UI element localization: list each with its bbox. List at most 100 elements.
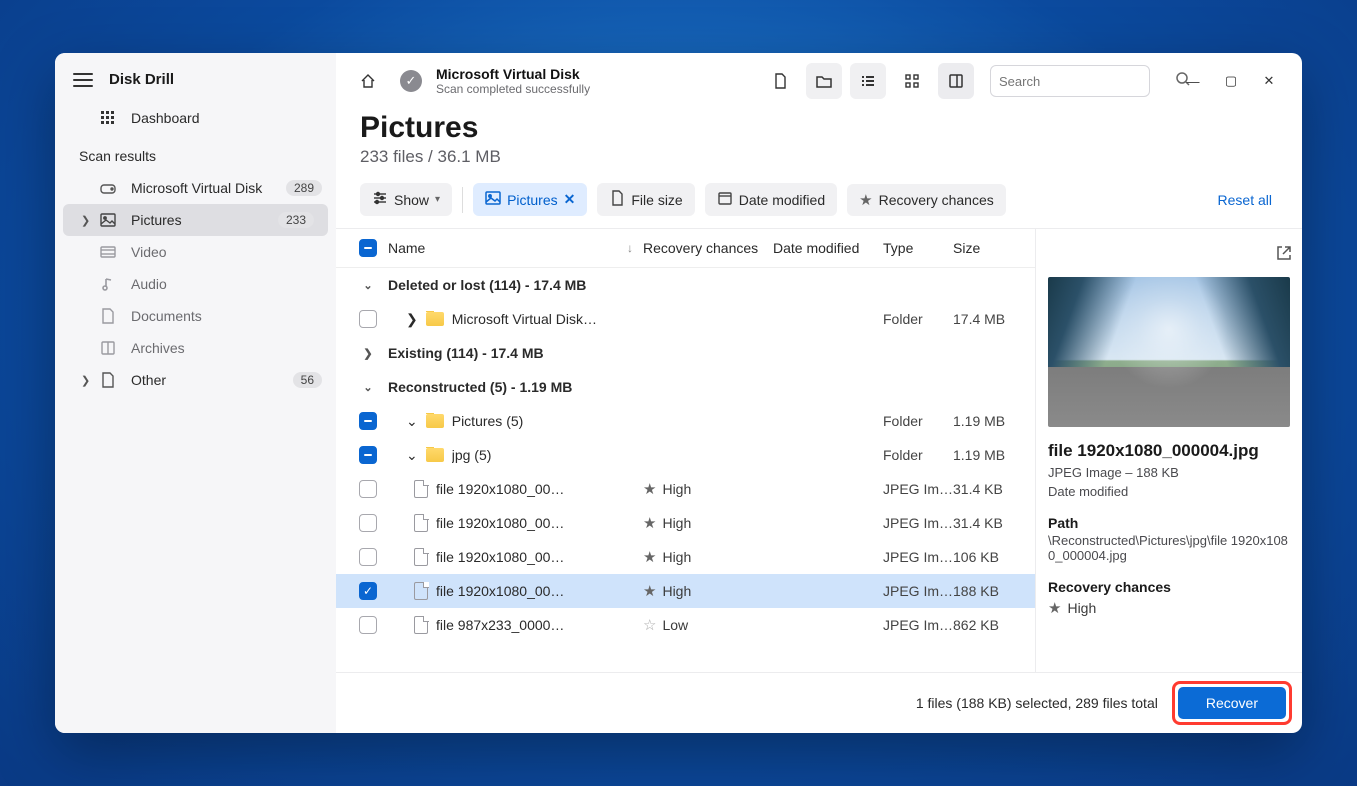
table-row[interactable]: file 1920x1080_00… ★High JPEG Im… 188 KB [336,574,1035,608]
column-name[interactable]: Name↓ [388,240,643,256]
row-size: 188 KB [953,583,1023,599]
row-type: Folder [883,311,953,327]
table-row[interactable]: ❯Microsoft Virtual Disk… Folder 17.4 MB [336,302,1035,336]
open-external-icon[interactable] [1276,245,1292,266]
sidebar-item-pictures[interactable]: ❯ Pictures 233 [63,204,328,236]
app-window: Disk Drill Dashboard Scan results Micros… [55,53,1302,733]
calendar-icon [717,190,733,209]
chevron-right-icon: ❯ [81,214,91,227]
row-checkbox[interactable] [359,514,377,532]
column-recovery[interactable]: Recovery chances [643,240,773,256]
column-type[interactable]: Type [883,240,953,256]
file-view-button[interactable] [762,63,798,99]
table-row[interactable]: file 987x233_0000… ☆Low JPEG Im… 862 KB [336,608,1035,642]
drive-icon [99,180,117,196]
chevron-down-icon: ⌄ [360,381,376,394]
archive-icon [99,340,117,356]
filter-chip-recovery-chances[interactable]: ★ Recovery chances [847,184,1006,216]
row-type: JPEG Im… [883,549,953,565]
chevron-right-icon: ❯ [406,311,418,328]
recover-button[interactable]: Recover [1178,687,1286,719]
chip-label: Date modified [739,192,825,208]
file-icon [609,190,625,209]
star-icon: ★ [643,480,656,498]
search-input[interactable] [999,74,1175,89]
maximize-button[interactable]: ▢ [1212,66,1250,96]
sidebar-item-label: Microsoft Virtual Disk [131,180,262,196]
star-icon: ★ [643,548,656,566]
search-box[interactable] [990,65,1150,97]
sidebar-item-video[interactable]: Video [55,236,336,268]
close-button[interactable]: ✕ [1250,66,1288,96]
topbar-subtitle: Scan completed successfully [436,82,590,96]
star-outline-icon: ☆ [643,616,656,634]
sidebar-item-label: Dashboard [131,110,200,126]
image-icon [99,212,117,228]
row-checkbox[interactable] [359,310,377,328]
group-deleted[interactable]: ⌄ Deleted or lost (114) - 17.4 MB [336,268,1035,302]
select-all-checkbox[interactable] [359,239,377,257]
row-type: JPEG Im… [883,481,953,497]
details-date-label: Date modified [1048,484,1290,499]
count-badge: 56 [293,372,322,388]
folder-icon [426,312,444,326]
chip-label: Pictures [507,192,558,208]
row-checkbox[interactable] [359,412,377,430]
filter-chip-pictures[interactable]: Pictures ✕ [473,183,587,216]
column-date[interactable]: Date modified [773,240,883,256]
row-recovery: High [662,515,691,531]
topbar: ✓ Microsoft Virtual Disk Scan completed … [336,53,1302,105]
table-row[interactable]: file 1920x1080_00… ★High JPEG Im… 31.4 K… [336,472,1035,506]
sidebar-item-other[interactable]: ❯ Other 56 [55,364,336,396]
details-path: \Reconstructed\Pictures\jpg\file 1920x10… [1048,533,1290,563]
chevron-right-icon: ❯ [81,374,91,387]
minimize-button[interactable]: — [1174,66,1212,96]
details-rc-label: Recovery chances [1048,579,1290,595]
sidebar-item-archives[interactable]: Archives [55,332,336,364]
table-row[interactable]: ⌄Pictures (5) Folder 1.19 MB [336,404,1035,438]
sidebar-item-label: Documents [131,308,202,324]
sidebar-item-documents[interactable]: Documents [55,300,336,332]
row-checkbox[interactable] [359,616,377,634]
table-row[interactable]: file 1920x1080_00… ★High JPEG Im… 106 KB [336,540,1035,574]
filter-chip-file-size[interactable]: File size [597,183,694,216]
column-size[interactable]: Size [953,240,1023,256]
sidebar-item-audio[interactable]: Audio [55,268,336,300]
footer: 1 files (188 KB) selected, 289 files tot… [336,672,1302,733]
details-filename: file 1920x1080_000004.jpg [1048,441,1290,461]
grid-view-button[interactable] [894,63,930,99]
recover-highlight: Recover [1172,681,1292,725]
main-pane: ✓ Microsoft Virtual Disk Scan completed … [336,53,1302,733]
star-icon: ★ [1048,599,1061,617]
table-row[interactable]: ⌄jpg (5) Folder 1.19 MB [336,438,1035,472]
sidebar-item-microsoft-virtual-disk[interactable]: Microsoft Virtual Disk 289 [55,172,336,204]
list-view-button[interactable] [850,63,886,99]
row-type: JPEG Im… [883,515,953,531]
count-badge: 289 [286,180,322,196]
menu-icon[interactable] [73,73,93,87]
table-row[interactable]: file 1920x1080_00… ★High JPEG Im… 31.4 K… [336,506,1035,540]
details-path-label: Path [1048,515,1290,531]
separator [462,187,463,213]
folder-view-button[interactable] [806,63,842,99]
row-checkbox[interactable] [359,548,377,566]
filter-chip-date-modified[interactable]: Date modified [705,183,837,216]
split-view-button[interactable] [938,63,974,99]
group-reconstructed[interactable]: ⌄ Reconstructed (5) - 1.19 MB [336,370,1035,404]
close-icon[interactable]: ✕ [564,191,576,208]
row-checkbox[interactable] [359,446,377,464]
selection-status: 1 files (188 KB) selected, 289 files tot… [916,695,1158,711]
grid-icon [99,110,117,126]
file-icon [414,582,428,600]
folder-icon [426,448,444,462]
sidebar-item-dashboard[interactable]: Dashboard [55,102,336,134]
reset-all-link[interactable]: Reset all [1218,192,1278,208]
row-recovery: High [662,481,691,497]
page-subtitle: 233 files / 36.1 MB [360,147,1278,167]
row-size: 106 KB [953,549,1023,565]
home-button[interactable] [350,63,386,99]
row-checkbox[interactable] [359,480,377,498]
row-checkbox[interactable] [359,582,377,600]
show-dropdown[interactable]: Show ▾ [360,183,452,216]
group-existing[interactable]: ❯ Existing (114) - 17.4 MB [336,336,1035,370]
